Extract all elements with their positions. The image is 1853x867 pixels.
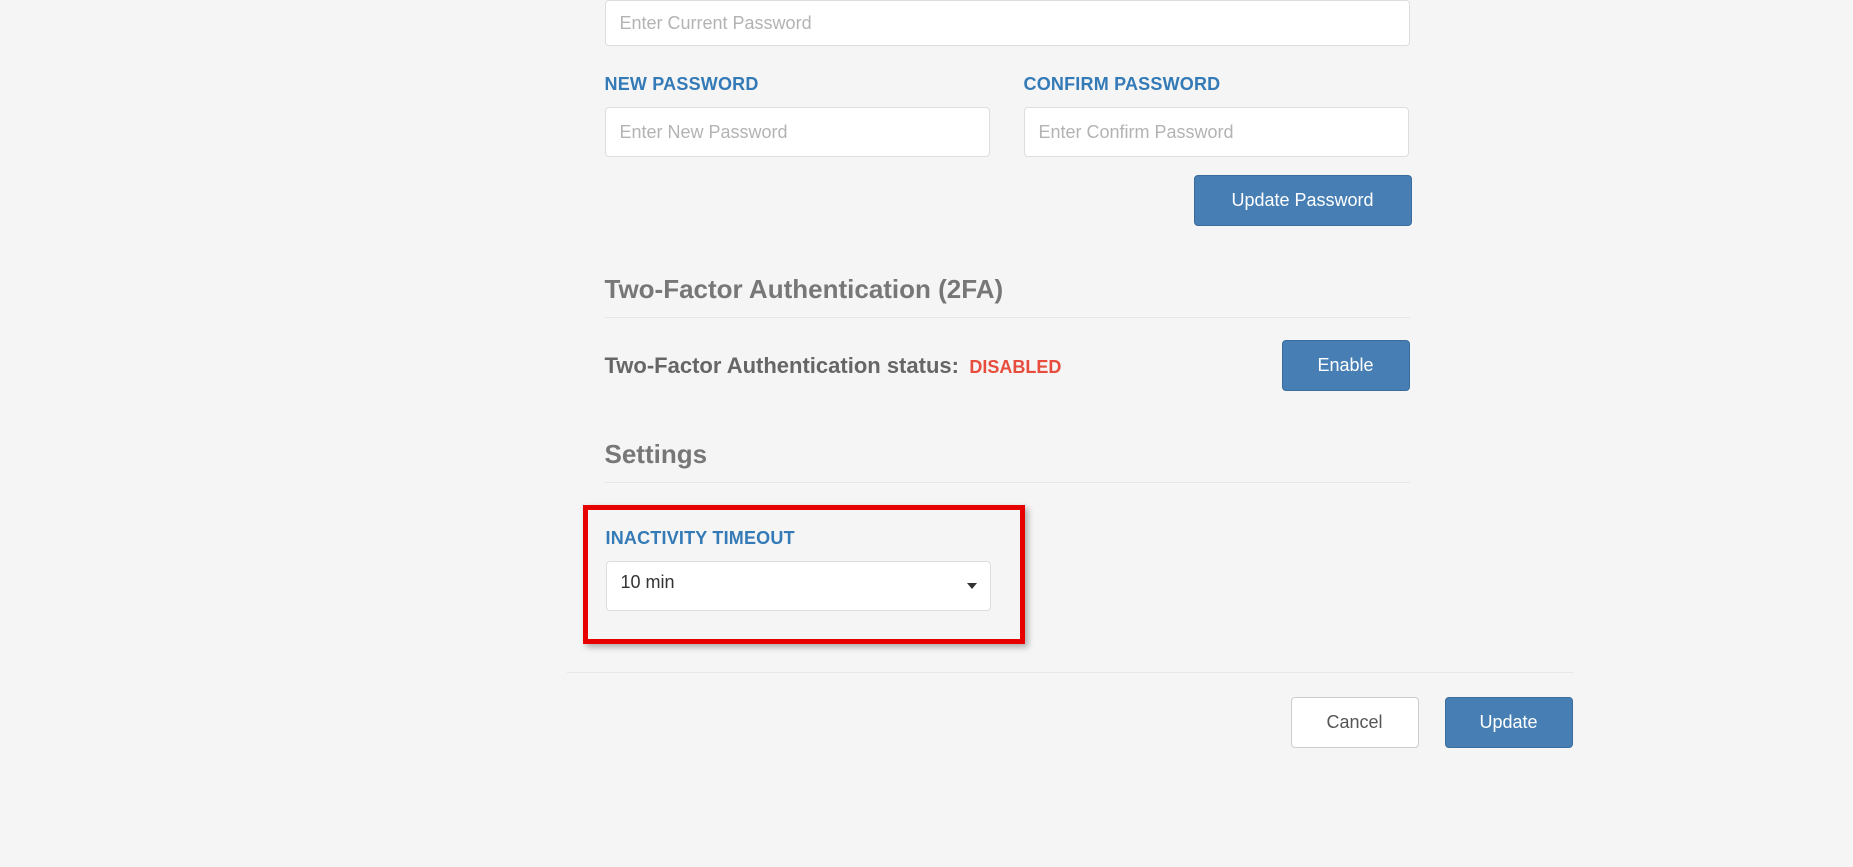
twofa-status-label: Two-Factor Authentication status: (605, 353, 959, 378)
new-password-field[interactable] (605, 107, 990, 157)
update-button[interactable]: Update (1445, 697, 1573, 748)
divider (567, 672, 1573, 673)
confirm-password-field[interactable] (1024, 107, 1409, 157)
inactivity-timeout-highlight: INACTIVITY TIMEOUT 10 min (583, 505, 1025, 644)
twofa-heading: Two-Factor Authentication (2FA) (605, 274, 1412, 305)
new-password-label: NEW PASSWORD (605, 74, 990, 95)
current-password-field[interactable] (605, 0, 1410, 46)
confirm-password-label: CONFIRM PASSWORD (1024, 74, 1409, 95)
settings-heading: Settings (605, 439, 1412, 470)
twofa-status-value: DISABLED (969, 357, 1061, 377)
cancel-button[interactable]: Cancel (1291, 697, 1419, 748)
divider (605, 317, 1410, 318)
inactivity-timeout-label: INACTIVITY TIMEOUT (606, 528, 1002, 549)
divider (605, 482, 1410, 483)
inactivity-timeout-select[interactable]: 10 min (606, 561, 991, 611)
enable-2fa-button[interactable]: Enable (1282, 340, 1410, 391)
update-password-button[interactable]: Update Password (1194, 175, 1412, 226)
